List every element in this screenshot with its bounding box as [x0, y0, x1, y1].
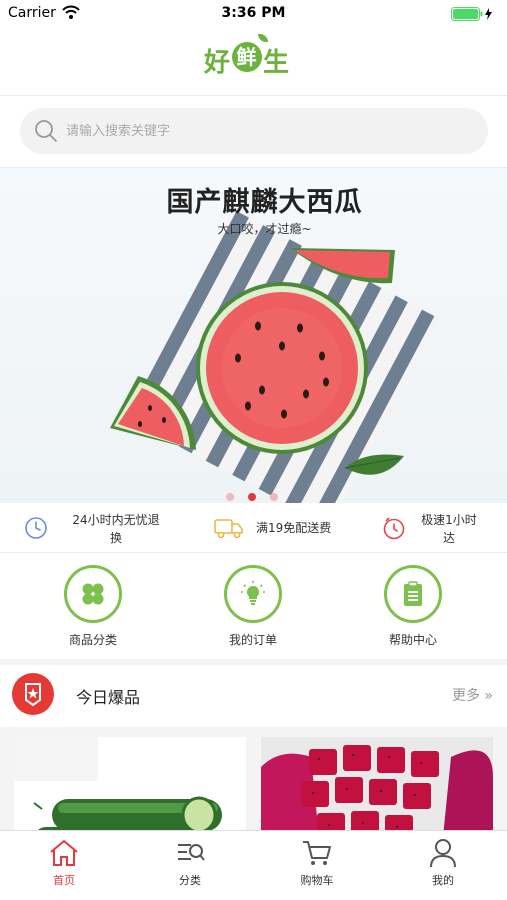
banner-subtitle: 大口咬，才过瘾~	[217, 222, 312, 236]
entry-label: 商品分类	[68, 633, 117, 647]
tab-label: 我的	[432, 874, 454, 887]
timer-icon	[383, 517, 405, 540]
entry-help-center[interactable]: 帮助中心	[358, 565, 468, 648]
banner-pagination	[226, 486, 292, 503]
bottom-tab-bar: 首页 分类 购物车 我的	[0, 830, 507, 900]
entry-my-orders[interactable]: 我的订单	[198, 565, 308, 648]
shield-star-icon	[25, 683, 41, 707]
tab-label: 分类	[179, 874, 201, 887]
more-link[interactable]: 更多 »	[452, 685, 493, 705]
search-icon	[35, 120, 57, 142]
tab-category[interactable]: 分类	[140, 837, 240, 888]
app-logo: 好鲜生	[204, 34, 291, 79]
category-search-icon	[178, 844, 205, 861]
service-text: 满19免配送费	[256, 519, 356, 537]
shopping-cart-icon	[303, 841, 331, 865]
clipboard-icon	[404, 581, 422, 606]
service-item: 满19免配送费	[214, 511, 364, 545]
product-card[interactable]	[261, 737, 493, 830]
clock-time: 3:36 PM	[221, 5, 286, 21]
clock-icon	[25, 517, 47, 539]
entry-category[interactable]: 商品分类	[38, 565, 148, 648]
section-header: 今日爆品 更多 »	[0, 665, 507, 727]
tab-label: 首页	[53, 874, 75, 887]
logo-char: 好	[204, 48, 232, 78]
app-header: 好鲜生	[0, 28, 507, 96]
service-item: 极速1小时 达	[382, 511, 502, 545]
battery-icon	[451, 7, 492, 21]
service-text-line: 达	[442, 531, 455, 545]
section-title: 今日爆品	[76, 688, 141, 707]
user-icon	[430, 839, 456, 868]
tab-home[interactable]: 首页	[14, 837, 114, 888]
service-item: 24小时内无忧退 换	[24, 511, 174, 545]
search-bar[interactable]	[20, 108, 488, 154]
logo-char: 鲜	[232, 42, 263, 72]
lightbulb-icon	[241, 581, 265, 605]
promo-banner[interactable]: 国产麒麟大西瓜 大口咬，才过瘾~	[0, 168, 507, 503]
pagination-dot[interactable]	[226, 493, 234, 501]
banner-title: 国产麒麟大西瓜	[166, 187, 363, 218]
tab-label: 购物车	[300, 874, 334, 887]
service-text-line: 换	[109, 531, 122, 545]
service-text: 极速1小时 达	[414, 511, 484, 547]
pagination-dot-active[interactable]	[248, 493, 256, 501]
delivery-truck-icon	[214, 519, 243, 539]
product-card[interactable]	[14, 737, 246, 830]
service-text-line: 24小时内无忧退	[72, 513, 160, 527]
service-text-line: 满19免配送费	[256, 521, 332, 535]
search-input[interactable]	[66, 108, 466, 154]
pagination-dot[interactable]	[270, 493, 278, 501]
service-promises: 24小时内无忧退 换 满19免配送费 极速1小时 达	[0, 503, 507, 553]
category-icon	[82, 583, 104, 605]
tab-mine[interactable]: 我的	[393, 837, 493, 888]
status-bar: Carrier 3:36 PM	[0, 0, 507, 28]
logo-leaf-icon	[258, 34, 268, 42]
entry-label: 帮助中心	[388, 633, 437, 647]
tab-cart[interactable]: 购物车	[267, 837, 367, 888]
entry-label: 我的订单	[228, 633, 277, 647]
entry-circle	[64, 565, 122, 623]
service-text-line: 极速1小时	[421, 513, 477, 527]
service-text: 24小时内无忧退 换	[60, 511, 172, 547]
quick-entries: 商品分类 我的订单 帮助中心	[0, 553, 507, 659]
search-area	[0, 96, 507, 168]
cucumber-image	[14, 737, 246, 830]
dragon-fruit-image	[261, 737, 493, 830]
home-icon	[50, 840, 78, 866]
hot-badge-icon	[12, 673, 54, 715]
entry-circle	[384, 565, 442, 623]
logo-char: 生	[263, 48, 291, 78]
product-list	[0, 727, 507, 830]
entry-circle	[224, 565, 282, 623]
